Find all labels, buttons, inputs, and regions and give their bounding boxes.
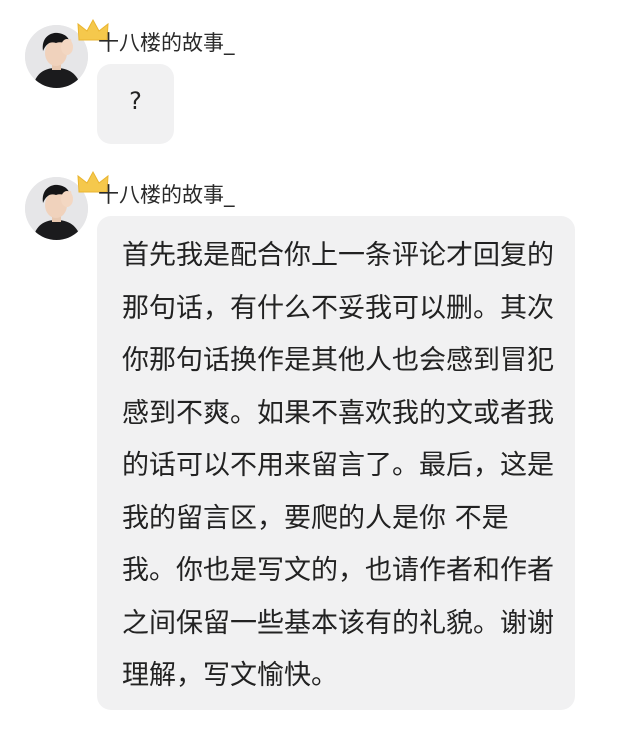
message-bubble: 首先我是配合你上一条评论才回复的那句话，有什么不妥我可以删。其次你那句话换作是其…	[97, 216, 575, 710]
username[interactable]: 十八楼的故事_	[98, 182, 235, 208]
message-text: ?	[129, 87, 142, 115]
username[interactable]: 十八楼的故事_	[98, 30, 235, 56]
message-text: 首先我是配合你上一条评论才回复的那句话，有什么不妥我可以删。其次你那句话换作是其…	[122, 240, 554, 691]
message-bubble: ?	[97, 64, 174, 144]
